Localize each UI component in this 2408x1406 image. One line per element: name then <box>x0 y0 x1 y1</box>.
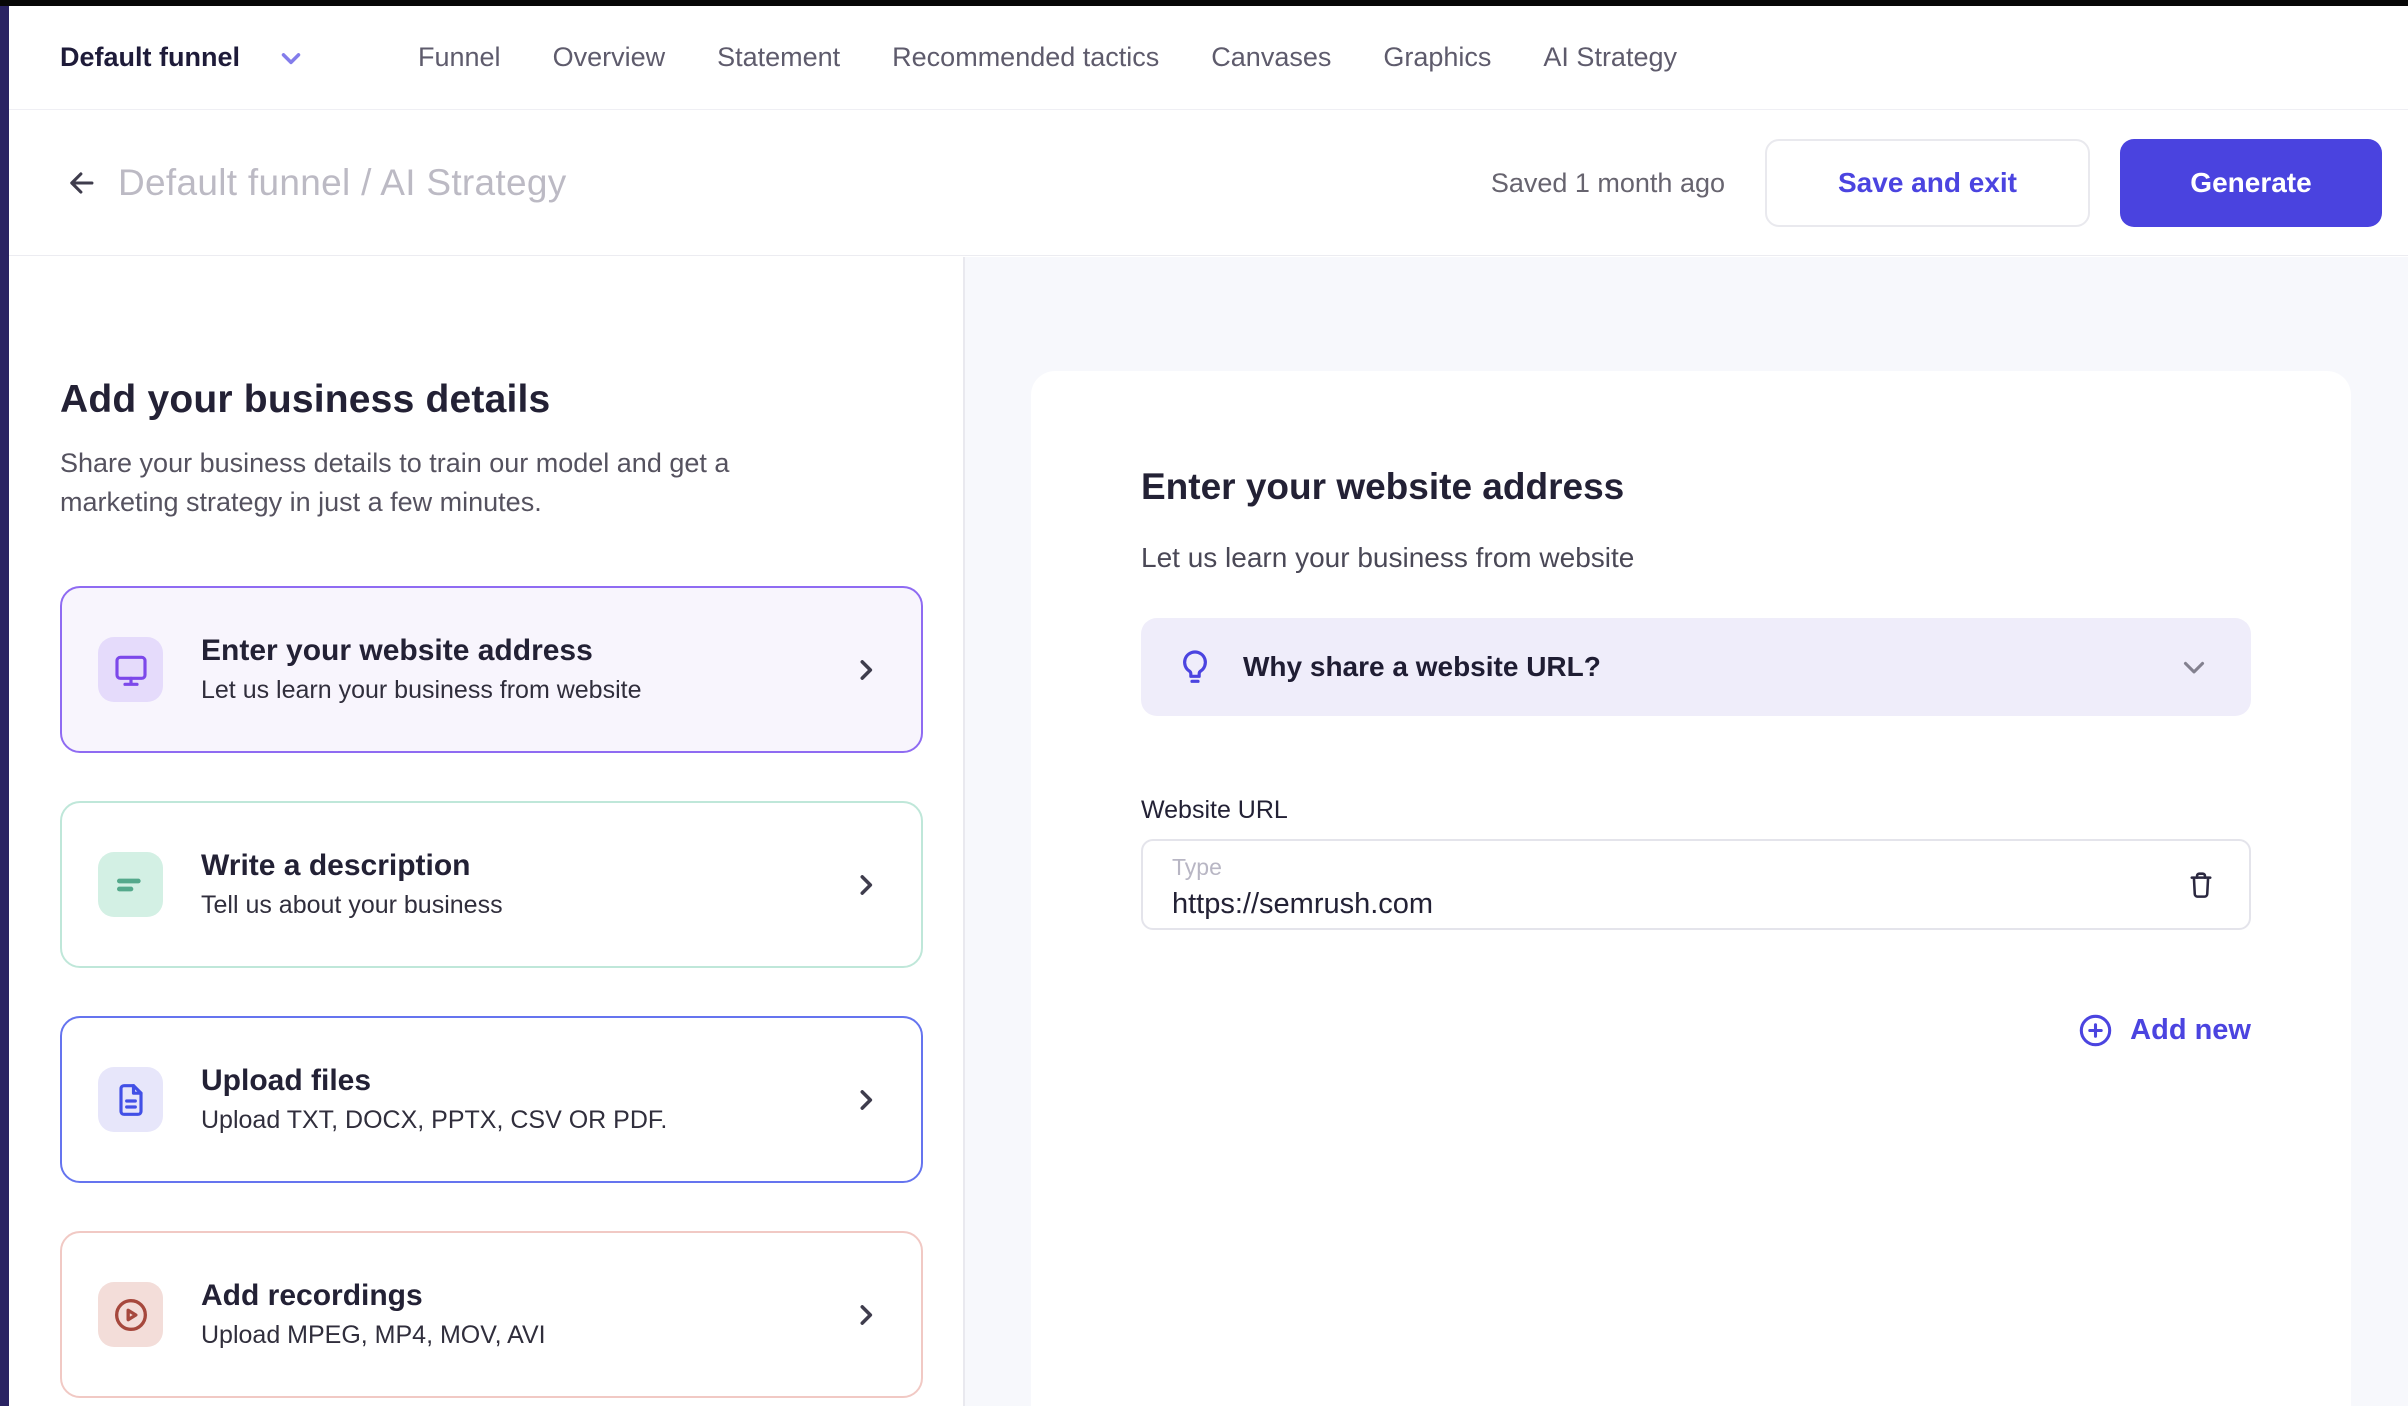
tab-recommended-tactics[interactable]: Recommended tactics <box>892 42 1159 73</box>
top-nav: Default funnel Funnel Overview Statement Re… <box>9 6 2408 110</box>
detail-card-list: Enter your website address Let us learn … <box>60 586 923 1398</box>
toolbar-actions: Saved 1 month ago Save and exit Generate <box>1491 139 2382 227</box>
breadcrumb: Default funnel / AI Strategy <box>118 162 567 203</box>
add-new-button[interactable]: Add new <box>2077 1012 2251 1049</box>
window-frame-top <box>0 0 2408 6</box>
business-details-panel: Add your business details Share your bus… <box>9 257 965 1406</box>
monitor-icon <box>114 655 147 686</box>
page-title: Add your business details <box>60 378 551 421</box>
card-subtitle: Tell us about your business <box>201 891 503 919</box>
text-lines-icon <box>116 878 141 891</box>
lightbulb-icon <box>1175 647 1215 687</box>
card-subtitle: Upload MPEG, MP4, MOV, AVI <box>201 1321 546 1349</box>
chevron-right-icon <box>851 1085 881 1115</box>
card-subtitle: Let us learn your business from website <box>201 676 642 704</box>
nav-tabs: Funnel Overview Statement Recommended tacti… <box>418 42 1677 73</box>
back-button[interactable] <box>60 161 104 205</box>
page-description: Share your business details to train our… <box>60 448 730 517</box>
detail-card-description[interactable]: Write a description Tell us about your b… <box>60 801 923 968</box>
generate-button[interactable]: Generate <box>2120 139 2382 227</box>
tab-graphics[interactable]: Graphics <box>1383 42 1491 73</box>
chevron-down-icon <box>276 43 306 73</box>
funnel-switcher-label: Default funnel <box>60 42 240 72</box>
card-subtitle: Upload TXT, DOCX, PPTX, CSV OR PDF. <box>201 1106 668 1134</box>
save-and-exit-button[interactable]: Save and exit <box>1765 139 2090 227</box>
why-share-url-accordion[interactable]: Why share a website URL? <box>1141 618 2251 716</box>
website-url-label: Website URL <box>1141 796 1288 824</box>
toolbar: Default funnel / AI Strategy Saved 1 mon… <box>9 111 2408 256</box>
chevron-right-icon <box>851 870 881 900</box>
website-url-value: https://semrush.com <box>1172 888 1434 920</box>
tab-statement[interactable]: Statement <box>717 42 840 73</box>
step-content-panel: Enter your website address Let us learn … <box>965 257 2408 1406</box>
play-circle-icon <box>114 1298 147 1331</box>
app-window: Default funnel Funnel Overview Statement Re… <box>0 0 2408 1406</box>
body-area: Add your business details Share your bus… <box>9 257 2408 1406</box>
chevron-down-icon <box>2177 650 2211 684</box>
section-subtitle: Let us learn your business from website <box>1141 542 1635 573</box>
accordion-label: Why share a website URL? <box>1243 651 1601 682</box>
input-placeholder-label: Type <box>1172 854 1222 880</box>
plus-circle-icon <box>2077 1012 2114 1049</box>
file-icon <box>118 1083 143 1116</box>
website-url-input[interactable]: Type https://semrush.com <box>1141 839 2251 930</box>
card-title: Enter your website address <box>201 634 593 667</box>
saved-status: Saved 1 month ago <box>1490 167 1725 198</box>
chevron-right-icon <box>851 1300 881 1330</box>
card-title: Upload files <box>201 1064 372 1097</box>
chevron-right-icon <box>851 655 881 685</box>
trash-icon <box>2190 871 2212 898</box>
card-title: Add recordings <box>201 1279 423 1312</box>
delete-url-button[interactable] <box>2179 863 2223 907</box>
detail-card-website[interactable]: Enter your website address Let us learn … <box>60 586 923 753</box>
tab-canvases[interactable]: Canvases <box>1211 42 1331 73</box>
window-frame-left <box>0 0 9 1406</box>
tab-funnel[interactable]: Funnel <box>418 42 501 73</box>
website-address-card: Enter your website address Let us learn … <box>1031 371 2351 1406</box>
section-title: Enter your website address <box>1141 466 1625 507</box>
tab-ai-strategy[interactable]: AI Strategy <box>1543 42 1677 73</box>
tab-overview[interactable]: Overview <box>553 42 666 73</box>
detail-card-files[interactable]: Upload files Upload TXT, DOCX, PPTX, CSV… <box>60 1016 923 1183</box>
arrow-left-icon <box>70 172 94 194</box>
detail-card-recordings[interactable]: Add recordings Upload MPEG, MP4, MOV, AV… <box>60 1231 923 1398</box>
funnel-switcher-dropdown[interactable]: Default funnel <box>60 42 306 73</box>
card-title: Write a description <box>201 849 471 882</box>
add-new-label: Add new <box>2130 1014 2251 1046</box>
